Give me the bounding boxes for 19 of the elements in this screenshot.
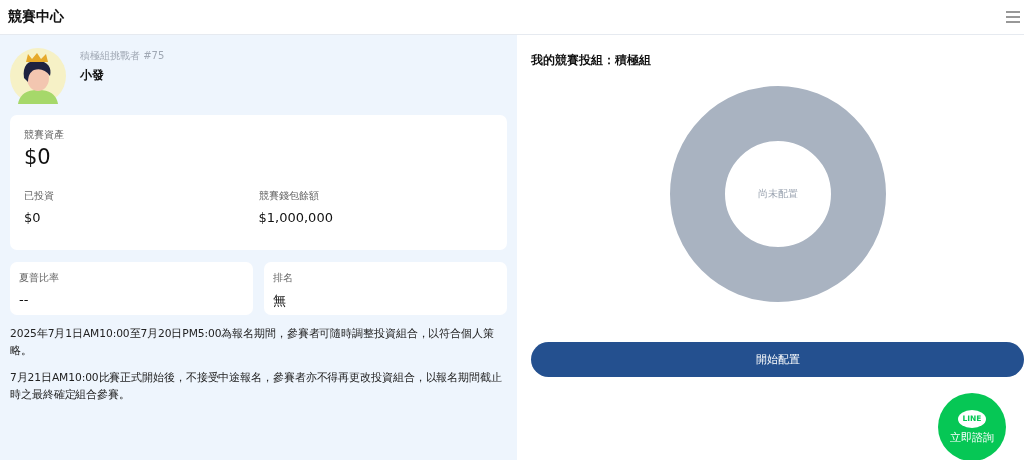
- card-value: $0: [24, 210, 42, 225]
- card-label: 已投資: [24, 189, 55, 203]
- profile-name: 小發: [80, 67, 105, 84]
- portfolio-title: 我的競賽投組：積極組: [531, 53, 652, 68]
- card-label: 競賽資產: [24, 128, 65, 142]
- note-text: 2025年7月1日AM10:00至7月20日PM5:00為報名期間，參賽者可隨時調整投資組合，以符合個人策略。: [10, 326, 495, 359]
- card-label: 排名: [273, 271, 294, 285]
- start-button[interactable]: 開始配置: [531, 342, 1024, 377]
- asset-value: $0: [24, 145, 52, 169]
- card-label: 競賽錢包餘額: [258, 189, 320, 203]
- donut-center-label: 尚未配置: [757, 187, 798, 201]
- card-label: 夏普比率: [19, 271, 60, 285]
- profile-subtitle: 積極組挑戰者 #75: [80, 49, 165, 63]
- page-title: 競賽中心: [8, 8, 64, 26]
- card-value: $1,000,000: [258, 210, 334, 225]
- card-value: --: [19, 292, 30, 307]
- note-text: 7月21日AM10:00比賽正式開始後，不接受中途報名，參賽者亦不得再更改投資組合，以報名期間截止時之最終確定組合參賽。: [10, 370, 503, 403]
- avatar-icon: [10, 48, 66, 104]
- card-value: 無: [273, 292, 287, 310]
